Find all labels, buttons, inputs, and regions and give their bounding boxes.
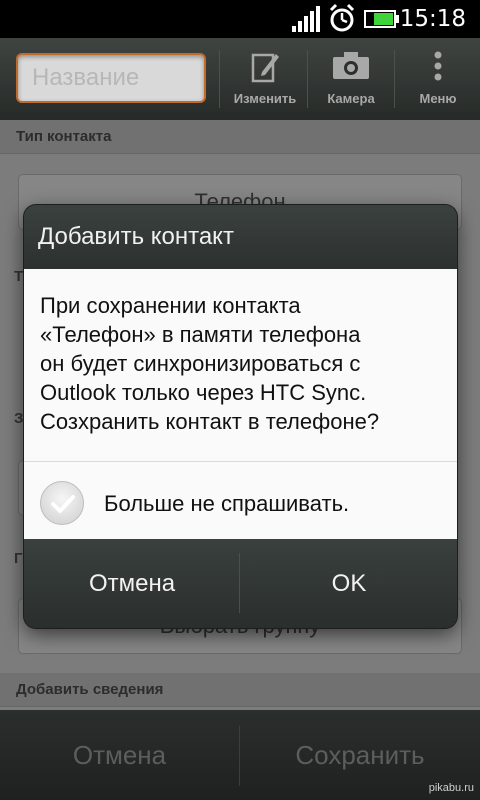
dialog-button-divider bbox=[239, 553, 240, 613]
cancel-button[interactable]: Отмена bbox=[0, 710, 239, 800]
section-label-peek: Г bbox=[14, 550, 23, 567]
section-label-peek: Т bbox=[14, 268, 24, 285]
message-line: он будет синхронизироваться с bbox=[40, 351, 361, 376]
message-line: При сохранении контакта bbox=[40, 293, 301, 318]
camera-label: Камера bbox=[327, 91, 375, 106]
dialog-ok-button[interactable]: OK bbox=[241, 539, 457, 628]
camera-button[interactable]: Камера bbox=[312, 38, 390, 120]
camera-icon bbox=[333, 52, 369, 79]
menu-label: Меню bbox=[419, 91, 457, 106]
dialog-body: При сохранении контакта «Телефон» в памя… bbox=[24, 269, 457, 539]
dialog-title: Добавить контакт bbox=[24, 205, 457, 269]
battery-icon bbox=[364, 10, 399, 28]
message-line: Созхранить контакт в телефоне? bbox=[40, 409, 380, 434]
status-bar: 15:18 bbox=[0, 0, 480, 38]
dialog-cancel-button[interactable]: Отмена bbox=[24, 539, 240, 628]
pencil-icon bbox=[251, 53, 279, 83]
section-label-peek: З bbox=[14, 410, 24, 427]
dialog-message: При сохранении контакта «Телефон» в памя… bbox=[40, 291, 450, 436]
bottom-bar: Отмена Сохранить pikabu.ru bbox=[0, 710, 480, 800]
action-bar: Название Изменить Камера Меню bbox=[0, 38, 480, 120]
add-contact-dialog: Добавить контакт При сохранении контакта… bbox=[24, 205, 457, 628]
overflow-menu-icon bbox=[434, 51, 442, 81]
dialog-divider bbox=[24, 461, 457, 462]
checkmark-icon bbox=[51, 495, 75, 513]
add-info-header: Добавить сведения bbox=[0, 673, 480, 707]
menu-button[interactable]: Меню bbox=[398, 38, 478, 120]
dont-ask-checkbox[interactable] bbox=[40, 481, 84, 525]
action-bar-divider bbox=[394, 50, 395, 108]
edit-label: Изменить bbox=[233, 91, 297, 106]
dont-ask-label[interactable]: Больше не спрашивать. bbox=[104, 489, 349, 519]
action-bar-divider bbox=[307, 50, 308, 108]
dialog-button-bar: Отмена OK bbox=[24, 539, 457, 628]
message-line: Outlook только через HTC Sync. bbox=[40, 380, 367, 405]
contact-type-header: Тип контакта bbox=[0, 120, 480, 154]
watermark: pikabu.ru bbox=[428, 782, 474, 794]
contact-name-input[interactable]: Название bbox=[16, 53, 206, 103]
action-bar-divider bbox=[219, 50, 220, 108]
edit-button[interactable]: Изменить bbox=[225, 38, 305, 120]
signal-icon bbox=[292, 6, 320, 32]
clock-time: 15:18 bbox=[399, 6, 466, 32]
alarm-icon bbox=[329, 3, 355, 32]
message-line: «Телефон» в памяти телефона bbox=[40, 322, 361, 347]
